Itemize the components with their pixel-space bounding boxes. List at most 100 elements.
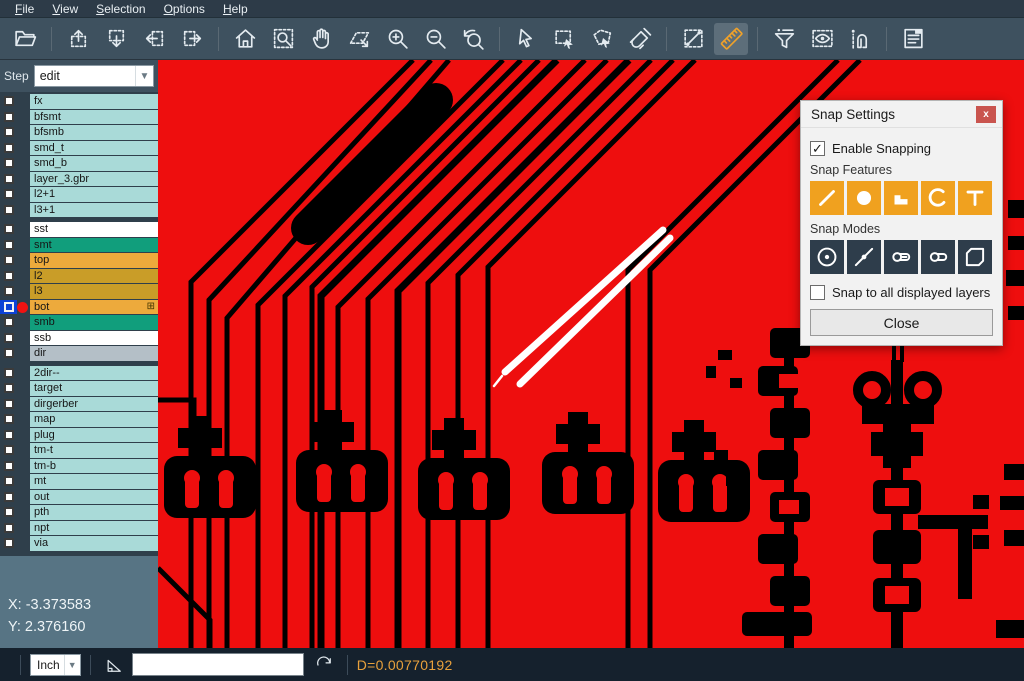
layer-color-swatch[interactable] <box>17 381 30 396</box>
layer-color-swatch[interactable] <box>17 346 30 361</box>
select-polygon-button[interactable] <box>585 23 619 55</box>
layer-row-tm-b[interactable]: tm-b <box>0 459 158 474</box>
snap-surface-button[interactable] <box>884 181 918 215</box>
layer-row-bot[interactable]: bot⊞ <box>0 300 158 315</box>
layer-color-swatch[interactable] <box>17 222 30 237</box>
layer-visibility-checkbox[interactable] <box>0 315 17 330</box>
menu-item-help[interactable]: Help <box>214 2 257 16</box>
layer-visibility-checkbox[interactable] <box>0 203 17 218</box>
layer-name[interactable]: target <box>30 381 158 396</box>
enable-snapping-row[interactable]: Enable Snapping <box>810 141 993 156</box>
layer-row-target[interactable]: target <box>0 381 158 396</box>
layer-name[interactable]: ssb <box>30 331 158 346</box>
layer-row-npt[interactable]: npt <box>0 521 158 536</box>
layer-name[interactable]: dir <box>30 346 158 361</box>
dialog-titlebar[interactable]: Snap Settings x <box>801 101 1002 128</box>
close-button[interactable]: Close <box>810 309 993 336</box>
menu-item-view[interactable]: View <box>43 2 87 16</box>
layer-visibility-checkbox[interactable] <box>0 156 17 171</box>
layer-color-swatch[interactable] <box>17 94 30 109</box>
layer-name[interactable]: bot⊞ <box>30 300 158 315</box>
layer-name[interactable]: l2 <box>30 269 158 284</box>
zoom-out-button[interactable] <box>418 23 452 55</box>
measure-distance-button[interactable] <box>676 23 710 55</box>
layer-row-ssb[interactable]: ssb <box>0 331 158 346</box>
snap-arc-button[interactable] <box>921 181 955 215</box>
unit-select[interactable]: Inch ▼ <box>30 654 81 676</box>
home-button[interactable] <box>228 23 262 55</box>
layer-row-dir[interactable]: dir <box>0 346 158 361</box>
layer-color-swatch[interactable] <box>17 397 30 412</box>
layer-color-swatch[interactable] <box>17 269 30 284</box>
layer-visibility-checkbox[interactable] <box>0 110 17 125</box>
layer-color-swatch[interactable] <box>17 366 30 381</box>
highlight-brush-button[interactable] <box>623 23 657 55</box>
pan-right-button[interactable] <box>175 23 209 55</box>
all-layers-checkbox[interactable] <box>810 285 825 300</box>
layer-color-swatch[interactable] <box>17 315 30 330</box>
dialog-close-icon[interactable]: x <box>976 106 996 123</box>
pan-down-button[interactable] <box>99 23 133 55</box>
layer-visibility-checkbox[interactable] <box>0 346 17 361</box>
layer-color-swatch[interactable] <box>17 490 30 505</box>
menu-item-options[interactable]: Options <box>155 2 214 16</box>
zoom-dynamic-button[interactable] <box>342 23 376 55</box>
layer-visibility-checkbox[interactable] <box>0 269 17 284</box>
layer-visibility-checkbox[interactable] <box>0 443 17 458</box>
layer-visibility-checkbox[interactable] <box>0 187 17 202</box>
layer-name[interactable]: 2dir-- <box>30 366 158 381</box>
filter-button[interactable] <box>767 23 801 55</box>
snap-text-button[interactable] <box>958 181 992 215</box>
zoom-in-button[interactable] <box>380 23 414 55</box>
angle-corner-icon[interactable] <box>104 655 124 675</box>
layer-name[interactable]: plug <box>30 428 158 443</box>
layer-visibility-checkbox[interactable] <box>0 505 17 520</box>
layer-color-swatch[interactable] <box>17 428 30 443</box>
snap-corner-button[interactable] <box>958 240 992 274</box>
layer-visibility-checkbox[interactable] <box>0 141 17 156</box>
layer-row-via[interactable]: via <box>0 536 158 551</box>
layer-visibility-checkbox[interactable] <box>0 284 17 299</box>
layer-color-swatch[interactable] <box>17 141 30 156</box>
layer-name[interactable]: sst <box>30 222 158 237</box>
layer-visibility-checkbox[interactable] <box>0 125 17 140</box>
layer-name[interactable]: out <box>30 490 158 505</box>
layer-name[interactable]: l3 <box>30 284 158 299</box>
snap-pad-button[interactable] <box>847 181 881 215</box>
layer-row-l2+1[interactable]: l2+1 <box>0 187 158 202</box>
layer-visibility-checkbox[interactable] <box>0 490 17 505</box>
layer-visibility-checkbox[interactable] <box>0 366 17 381</box>
layer-row-smb[interactable]: smb <box>0 315 158 330</box>
layer-color-swatch[interactable] <box>17 331 30 346</box>
layer-visibility-checkbox[interactable] <box>0 172 17 187</box>
layer-row-fx[interactable]: fx <box>0 94 158 109</box>
layer-name[interactable]: l2+1 <box>30 187 158 202</box>
layer-color-swatch[interactable] <box>17 412 30 427</box>
layer-visibility-checkbox[interactable] <box>0 428 17 443</box>
command-input[interactable] <box>132 653 304 676</box>
layer-color-swatch[interactable] <box>17 125 30 140</box>
snap-magnet-button[interactable] <box>843 23 877 55</box>
layer-name[interactable]: pth <box>30 505 158 520</box>
layer-name[interactable]: smd_b <box>30 156 158 171</box>
layer-color-swatch[interactable] <box>17 253 30 268</box>
layer-visibility-checkbox[interactable] <box>0 412 17 427</box>
layer-name[interactable]: layer_3.gbr <box>30 172 158 187</box>
layer-row-mt[interactable]: mt <box>0 474 158 489</box>
zoom-previous-button[interactable] <box>456 23 490 55</box>
pan-up-button[interactable] <box>61 23 95 55</box>
layer-row-l3[interactable]: l3 <box>0 284 158 299</box>
pan-left-button[interactable] <box>137 23 171 55</box>
layer-visibility-checkbox[interactable] <box>0 459 17 474</box>
layer-name[interactable]: smt <box>30 238 158 253</box>
layer-name[interactable]: mt <box>30 474 158 489</box>
layer-name[interactable]: tm-t <box>30 443 158 458</box>
layer-color-swatch[interactable] <box>17 284 30 299</box>
ruler-button[interactable] <box>714 23 748 55</box>
layer-name[interactable]: bfsmt <box>30 110 158 125</box>
layer-row-top[interactable]: top <box>0 253 158 268</box>
layer-row-layer_3.gbr[interactable]: layer_3.gbr <box>0 172 158 187</box>
step-select[interactable]: edit ▼ <box>34 65 154 87</box>
layer-row-l2[interactable]: l2 <box>0 269 158 284</box>
snap-slot-button[interactable] <box>921 240 955 274</box>
